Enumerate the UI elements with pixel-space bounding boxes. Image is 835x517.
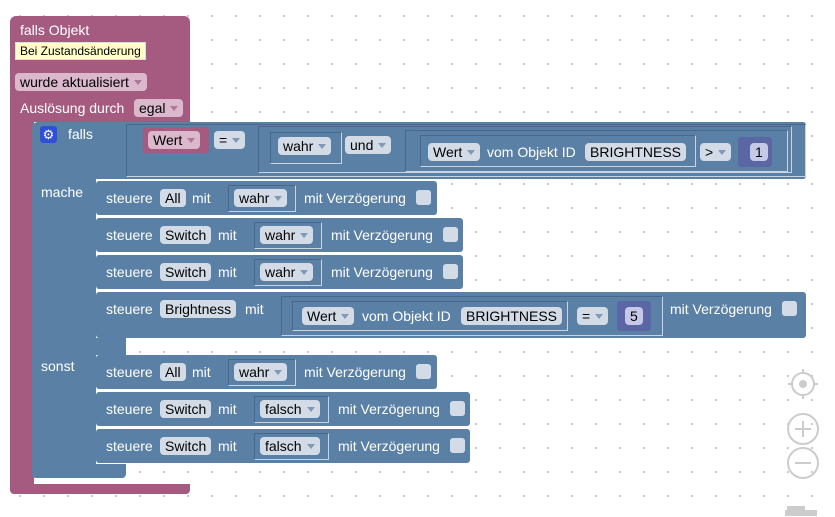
delay-label: mit Verzögerung [338,438,440,454]
of-object-label: vom Objekt ID [362,308,451,324]
trigger-block-bottom [10,484,190,494]
delay-label: mit Verzögerung [331,227,433,243]
bool-dropdown[interactable]: wahr [278,137,332,155]
workspace-controls [785,369,819,516]
number-field[interactable]: 5 [625,307,643,325]
value-dropdown[interactable]: falsch [260,400,320,418]
object-id-field[interactable]: BRIGHTNESS [461,307,563,325]
wert-dropdown[interactable]: Wert [148,131,201,149]
delay-checkbox[interactable] [450,438,465,453]
zoom-out-icon[interactable] [787,447,819,479]
object-id-field[interactable]: BRIGHTNESS [585,143,687,161]
if-block-bottom [32,464,126,478]
trigger-block-spine [10,120,34,490]
falls-label: falls [68,126,93,142]
if-block-mid [32,338,126,355]
value-dropdown[interactable]: wahr [234,363,288,381]
mit-label: mit [218,438,237,454]
delay-label: mit Verzögerung [670,301,772,317]
value-dropdown[interactable]: falsch [260,437,320,455]
sonst-label: sonst [41,358,75,374]
if-block-spine [32,170,96,470]
compare-dropdown[interactable]: > [700,143,732,161]
get-value-dropdown[interactable]: Wert [302,307,355,325]
target-field[interactable]: Switch [160,400,212,418]
mit-label: mit [218,264,237,280]
delay-label: mit Verzögerung [304,190,406,206]
gear-icon[interactable]: ⚙ [40,126,57,143]
target-field[interactable]: Switch [160,263,212,281]
value-dropdown[interactable]: wahr [260,226,314,244]
trash-icon[interactable] [785,506,817,516]
zoom-in-icon[interactable] [787,413,819,445]
steuere-label: steuere [106,301,153,317]
of-object-label: vom Objekt ID [487,144,576,160]
delay-checkbox[interactable] [416,364,431,379]
trigger-source-dropdown[interactable]: egal [134,99,184,117]
steuere-label: steuere [106,227,153,243]
trigger-title: falls Objekt [20,22,90,38]
tooltip: Bei Zustandsänderung [15,42,146,60]
target-icon[interactable] [788,369,818,399]
delay-label: mit Verzögerung [331,264,433,280]
target-field[interactable]: Brightness [160,300,237,318]
target-field[interactable]: Switch [160,226,212,244]
delay-checkbox[interactable] [416,190,431,205]
mache-label: mache [41,184,84,200]
mit-label: mit [245,301,264,317]
logic-dropdown[interactable]: und [345,136,392,154]
delay-checkbox[interactable] [443,227,458,242]
delay-checkbox[interactable] [782,301,797,316]
steuere-label: steuere [106,264,153,280]
delay-label: mit Verzögerung [338,401,440,417]
delay-checkbox[interactable] [443,264,458,279]
get-value-dropdown[interactable]: Wert [428,143,481,161]
compare-dropdown[interactable]: = [577,307,609,325]
steuere-label: steuere [106,364,153,380]
mit-label: mit [218,401,237,417]
value-dropdown[interactable]: wahr [260,263,314,281]
delay-checkbox[interactable] [450,401,465,416]
trigger-label: Auslösung durch [20,100,125,116]
target-field[interactable]: All [160,189,186,207]
target-field[interactable]: All [160,363,186,381]
value-dropdown[interactable]: wahr [234,189,288,207]
number-field[interactable]: 1 [750,143,768,161]
mit-label: mit [192,190,211,206]
delay-label: mit Verzögerung [304,364,406,380]
mit-label: mit [192,364,211,380]
trigger-mode-dropdown[interactable]: wurde aktualisiert [15,73,147,91]
steuere-label: steuere [106,438,153,454]
target-field[interactable]: Switch [160,437,212,455]
steuere-label: steuere [106,401,153,417]
steuere-label: steuere [106,190,153,206]
equals-dropdown[interactable]: = [214,131,246,149]
mit-label: mit [218,227,237,243]
